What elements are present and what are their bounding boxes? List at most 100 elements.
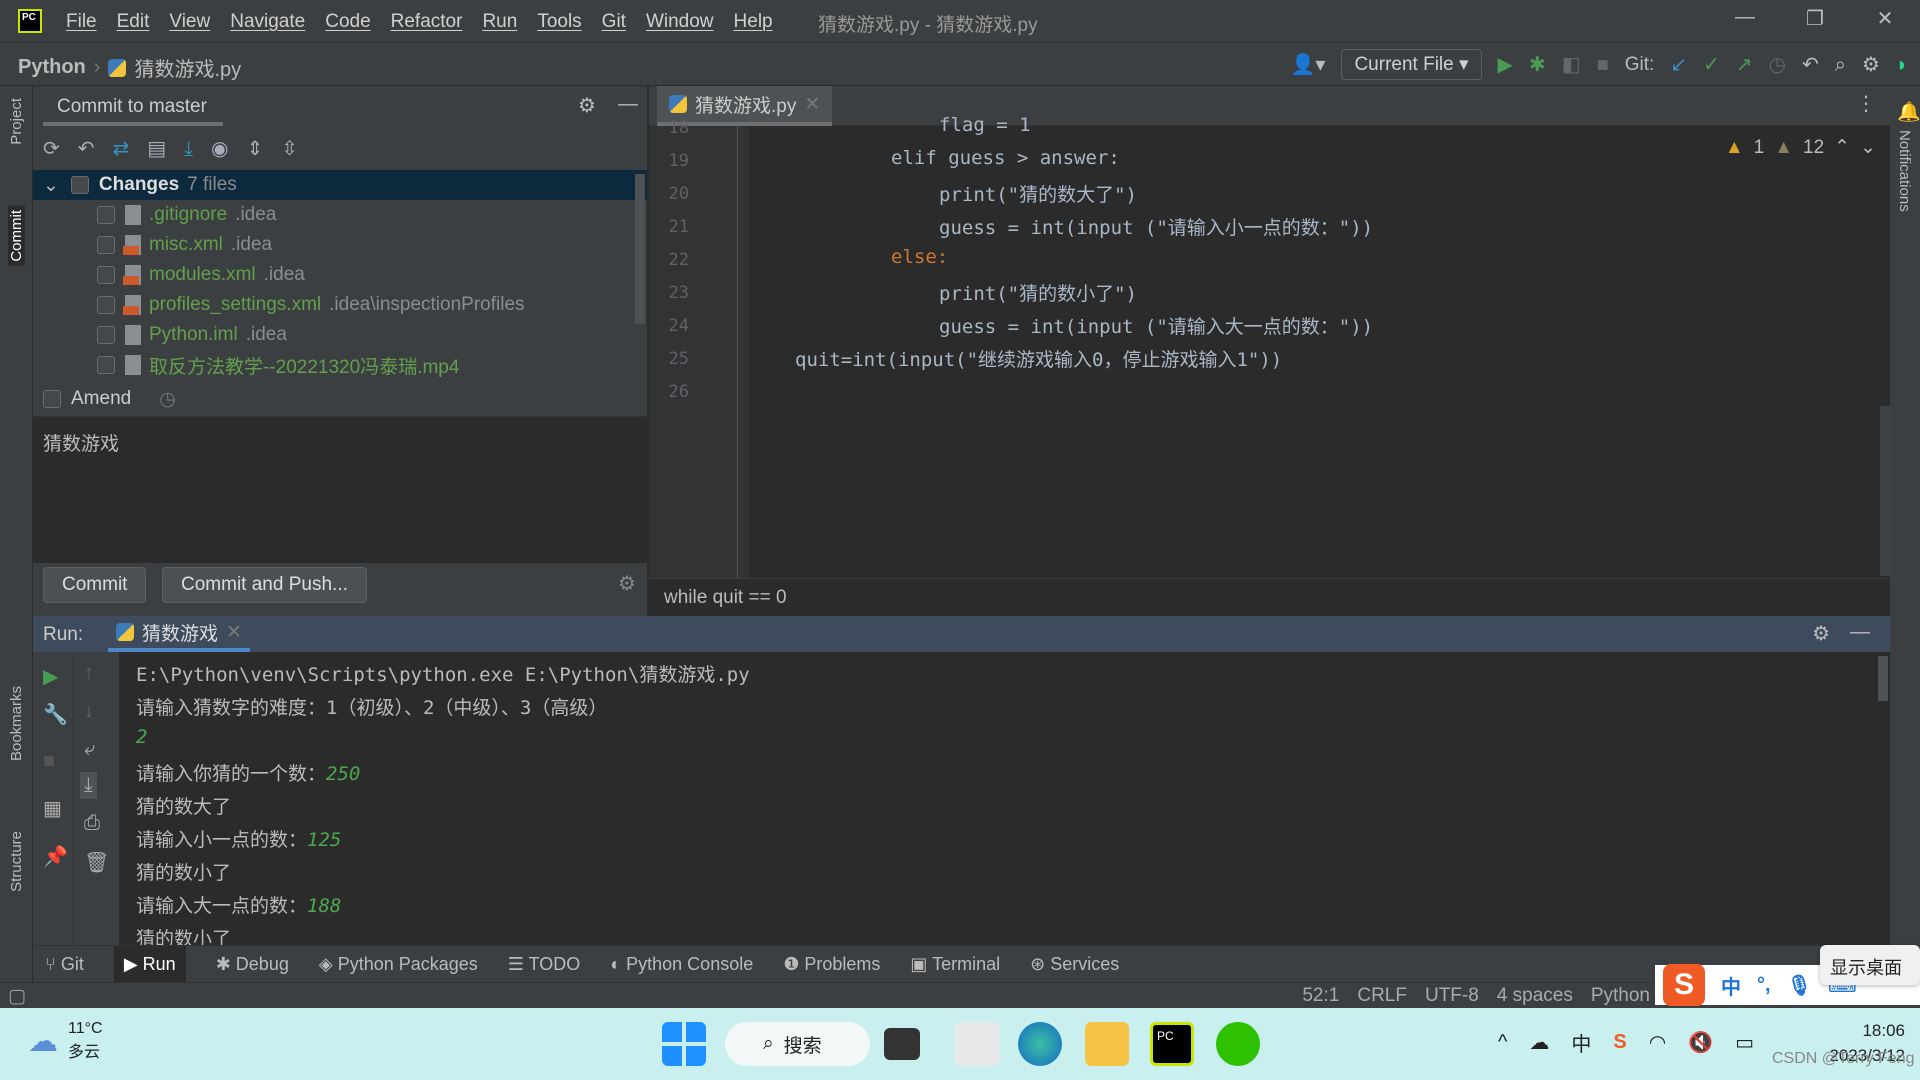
wrench-icon[interactable]: 🔧	[43, 702, 68, 727]
chevron-down-icon[interactable]: ⌄	[1860, 136, 1876, 159]
tool-bookmarks[interactable]: Bookmarks	[8, 686, 25, 761]
rollback-icon[interactable]: ↶	[78, 139, 95, 159]
file-checkbox[interactable]	[97, 296, 115, 314]
line-separator[interactable]: CRLF	[1357, 985, 1407, 1007]
file-row[interactable]: misc.xml .idea	[33, 230, 647, 260]
refresh-icon[interactable]: ⟳	[43, 139, 60, 159]
diff-icon[interactable]: ⇄	[113, 139, 130, 159]
amend-checkbox[interactable]	[43, 390, 61, 408]
git-push-icon[interactable]: ↗	[1736, 55, 1753, 75]
tree-scrollbar[interactable]	[635, 174, 645, 324]
menu-view[interactable]: View	[169, 11, 210, 33]
layout-toggle-icon[interactable]: ▢	[8, 985, 26, 1008]
commit-button[interactable]: Commit	[43, 567, 147, 603]
code-line[interactable]: guess = int(input ("请输入大一点的数："))	[939, 312, 1373, 339]
gear-icon[interactable]: ⚙	[578, 96, 596, 116]
editor-breadcrumb[interactable]: while quit == 0	[649, 578, 1890, 616]
taskbar-search[interactable]: ⌕ 搜索	[725, 1022, 870, 1066]
minimize-button[interactable]: —	[1725, 6, 1765, 36]
search-icon[interactable]: ⌕	[1835, 55, 1846, 75]
tool-notifications[interactable]: Notifications	[1896, 130, 1913, 212]
file-row[interactable]: modules.xml .idea	[33, 260, 647, 290]
code-line[interactable]: elif guess > answer:	[891, 147, 1120, 169]
volume-muted-icon[interactable]: 🔇	[1688, 1030, 1713, 1055]
amend-label[interactable]: Amend	[71, 388, 131, 410]
coverage-icon[interactable]: ◧	[1562, 55, 1581, 75]
close-icon[interactable]: ✕	[804, 93, 820, 116]
chevron-up-icon[interactable]: ^	[1498, 1031, 1507, 1054]
git-commit-icon[interactable]: ✓	[1703, 55, 1720, 75]
breadcrumb-project[interactable]: Python	[18, 56, 86, 79]
inspection-widget[interactable]: ▲ 1 ▲ 12 ⌃ ⌄	[1725, 136, 1876, 159]
pycharm-taskbar-icon[interactable]: PC	[1150, 1022, 1194, 1066]
tool-commit[interactable]: Commit	[8, 206, 25, 266]
tool-python-console[interactable]: ◐ Python Console	[610, 954, 753, 975]
expand-all-icon[interactable]: ⇕	[247, 139, 264, 159]
debug-icon[interactable]: ✱	[1529, 55, 1546, 75]
menu-tools[interactable]: Tools	[537, 11, 581, 33]
restore-button[interactable]: ❐	[1795, 6, 1835, 36]
tool-git[interactable]: ⑂ Git	[45, 954, 84, 975]
commit-and-push-button[interactable]: Commit and Push...	[162, 567, 367, 603]
tool-project[interactable]: Project	[8, 98, 25, 145]
menu-window[interactable]: Window	[646, 11, 714, 33]
more-icon[interactable]: ⋮	[1856, 94, 1876, 114]
run-tab[interactable]: 猜数游戏 ✕	[108, 616, 250, 652]
jetbrains-icon[interactable]: ◗	[1896, 55, 1908, 75]
code-line[interactable]: print("猜的数大了")	[939, 180, 1137, 207]
menu-navigate[interactable]: Navigate	[230, 11, 305, 33]
gear-icon[interactable]: ⚙	[618, 574, 636, 594]
commit-message-input[interactable]: 猜数游戏	[33, 416, 647, 563]
arrow-down-icon[interactable]: ↓	[84, 700, 94, 723]
git-update-icon[interactable]: ↙	[1670, 55, 1687, 75]
editor-scrollbar[interactable]	[1880, 406, 1890, 576]
file-checkbox[interactable]	[97, 206, 115, 224]
tool-structure[interactable]: Structure	[8, 831, 25, 892]
file-row[interactable]: 取反方法教学--20221320冯泰瑞.mp4	[33, 350, 647, 380]
gear-icon[interactable]: ⚙	[1812, 624, 1830, 644]
interpreter[interactable]: Python	[1591, 985, 1650, 1007]
file-row[interactable]: .gitignore .idea	[33, 200, 647, 230]
file-checkbox[interactable]	[97, 326, 115, 344]
battery-icon[interactable]: ▭	[1735, 1030, 1754, 1055]
tool-problems[interactable]: ❶ Problems	[783, 954, 880, 975]
menu-file[interactable]: File	[66, 11, 97, 33]
close-icon[interactable]: ✕	[226, 621, 242, 644]
onedrive-error-icon[interactable]: ☁	[1529, 1030, 1549, 1055]
history-icon[interactable]: ◷	[1769, 55, 1786, 75]
rollback-icon[interactable]: ↶	[1802, 55, 1819, 75]
changelist-icon[interactable]: ▤	[147, 139, 166, 159]
arrow-up-icon[interactable]: ↑	[84, 662, 94, 685]
code-line[interactable]: quit=int(input("继续游戏输入0，停止游戏输入1"))	[795, 345, 1282, 372]
file-checkbox[interactable]	[97, 236, 115, 254]
tool-python-packages[interactable]: ◈ Python Packages	[319, 954, 478, 975]
tool-services[interactable]: ⊛ Services	[1030, 954, 1119, 975]
input-language[interactable]: 中	[1571, 1028, 1591, 1057]
menu-code[interactable]: Code	[325, 11, 370, 33]
rerun-icon[interactable]: ▶	[43, 664, 58, 689]
menu-help[interactable]: Help	[734, 11, 773, 33]
file-row[interactable]: Python.iml .idea	[33, 320, 647, 350]
stop-icon[interactable]: ■	[43, 750, 55, 773]
minimize-panel-icon[interactable]: —	[618, 94, 638, 114]
wifi-icon[interactable]: ◠	[1649, 1030, 1666, 1055]
breadcrumb-file[interactable]: 猜数游戏.py	[134, 53, 241, 82]
menu-run[interactable]: Run	[482, 11, 517, 33]
tool-terminal[interactable]: ▣ Terminal	[910, 954, 1000, 975]
caret-position[interactable]: 52:1	[1302, 985, 1339, 1007]
sogou-logo-icon[interactable]: S	[1663, 964, 1705, 1006]
wechat-icon[interactable]	[1216, 1022, 1260, 1066]
gear-icon[interactable]: ⚙	[1862, 55, 1880, 75]
code-line[interactable]: flag = 1	[939, 114, 1031, 136]
tool-debug[interactable]: ✱ Debug	[216, 954, 289, 975]
python-app-icon[interactable]	[955, 1022, 999, 1066]
menu-edit[interactable]: Edit	[117, 11, 150, 33]
close-window-button[interactable]: ✕	[1865, 6, 1905, 36]
file-checkbox[interactable]	[97, 266, 115, 284]
ime-mode[interactable]: 中	[1721, 971, 1741, 1000]
indent-setting[interactable]: 4 spaces	[1497, 985, 1573, 1007]
run-config-select[interactable]: Current File ▾	[1341, 49, 1482, 80]
file-encoding[interactable]: UTF-8	[1425, 985, 1479, 1007]
download-icon[interactable]: ⤓	[184, 139, 193, 159]
tool-todo[interactable]: ☰ TODO	[508, 954, 580, 975]
